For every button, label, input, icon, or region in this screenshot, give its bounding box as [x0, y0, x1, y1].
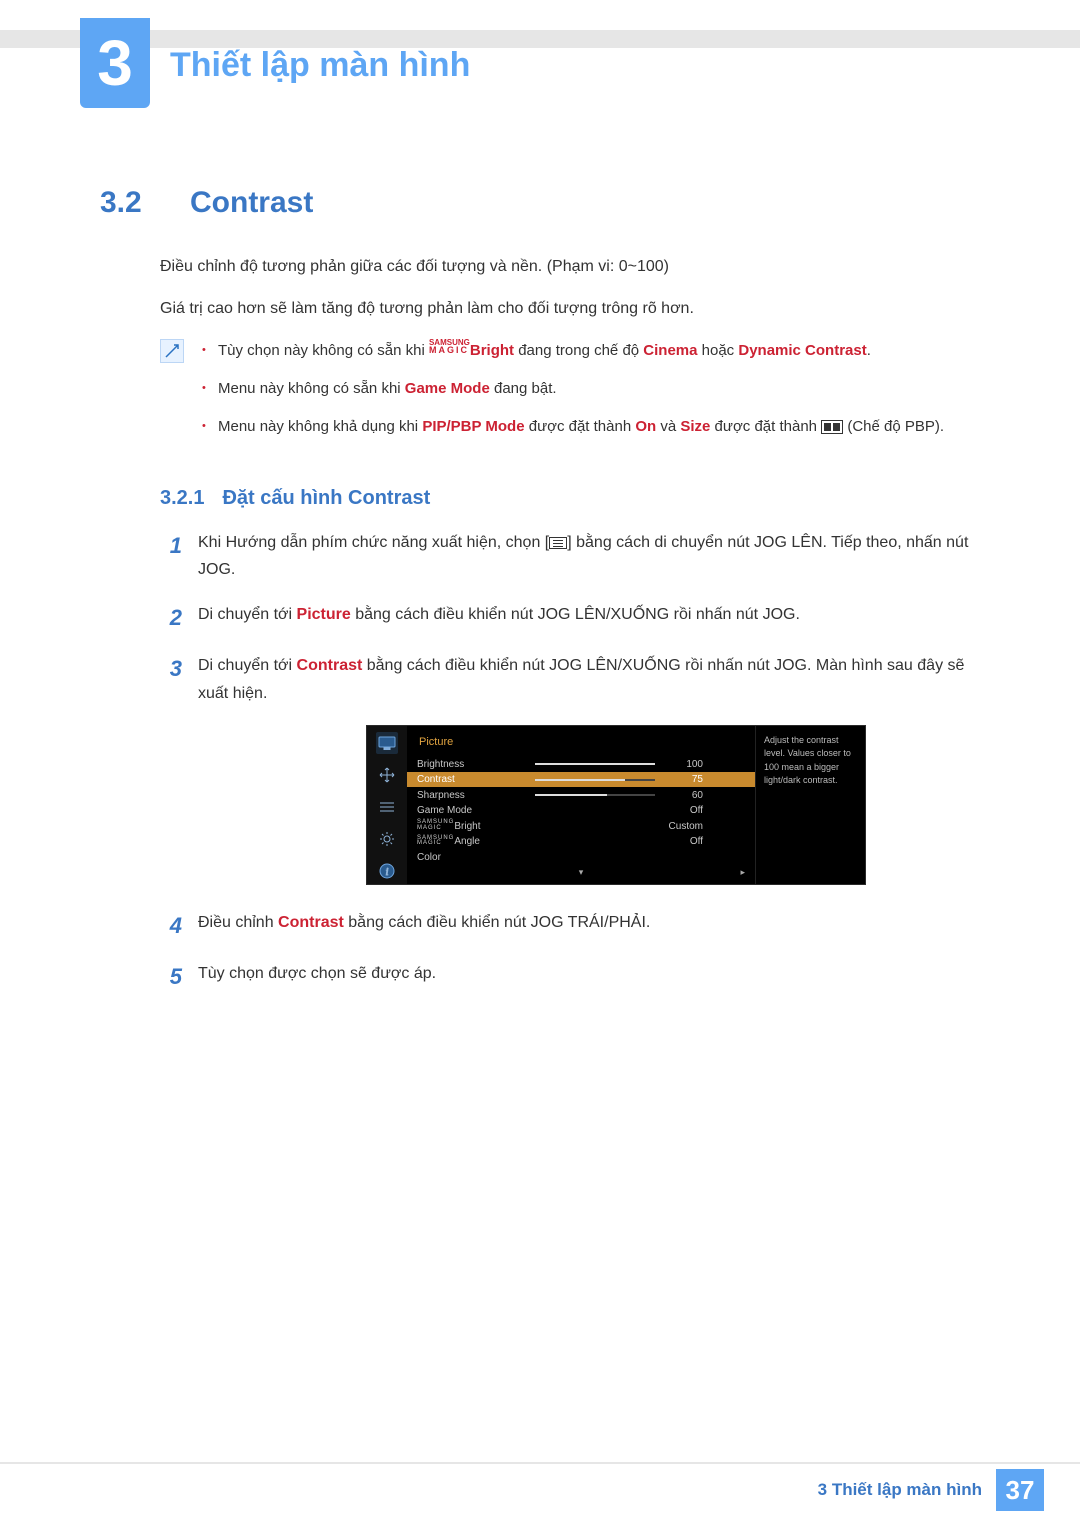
footer-page-number: 37 — [996, 1469, 1044, 1511]
osd-heading: Picture — [419, 734, 745, 751]
footer-chapter: 3 Thiết lập màn hình — [818, 1477, 982, 1503]
osd-help-panel: Adjust the contrast level. Values closer… — [755, 726, 865, 884]
chapter-number-badge: 3 — [80, 18, 150, 108]
note-block: Tùy chọn này không có sẵn khi SAMSUNGMAG… — [160, 339, 990, 453]
note-item-2: Menu này không có sẵn khi Game Mode đang… — [202, 377, 990, 401]
page-content: 3.2 Contrast Điều chỉnh độ tương phản gi… — [100, 180, 990, 1011]
subsection-title: Đặt cấu hình Contrast — [222, 483, 430, 513]
osd-left-icons: i — [367, 726, 407, 884]
osd-icon-info: i — [376, 860, 398, 882]
osd-row-contrast: Contrast 75 — [407, 772, 755, 788]
osd-row-gamemode: Game Mode Off — [417, 803, 745, 819]
step-number: 3 — [160, 652, 182, 706]
osd-row-sharpness: Sharpness 60 — [417, 787, 745, 803]
intro-para-1: Điều chỉnh độ tương phản giữa các đối tư… — [160, 255, 990, 279]
osd-icon-gear — [376, 828, 398, 850]
osd-icon-picture — [376, 732, 398, 754]
note-icon — [160, 339, 184, 363]
step-4: 4 Điều chỉnh Contrast bằng cách điều khi… — [160, 909, 990, 942]
samsung-magic-logo: SAMSUNGMAGIC — [429, 339, 470, 354]
step-3: 3 Di chuyển tới Contrast bằng cách điều … — [160, 652, 990, 706]
top-stripe — [0, 30, 1080, 48]
step-1: 1 Khi Hướng dẫn phím chức năng xuất hiện… — [160, 529, 990, 583]
osd-arrow-down-icon: ▾ — [417, 866, 745, 880]
step-number: 2 — [160, 601, 182, 634]
section-header: 3.2 Contrast — [100, 180, 990, 225]
osd-screenshot: i Picture Brightness 100 Contrast 75 — [366, 725, 990, 885]
page-footer: 3 Thiết lập màn hình 37 — [0, 1473, 1080, 1507]
pbp-mode-icon — [821, 420, 843, 434]
steps-list: 1 Khi Hướng dẫn phím chức năng xuất hiện… — [160, 529, 990, 993]
note-item-1: Tùy chọn này không có sẵn khi SAMSUNGMAG… — [202, 339, 990, 363]
osd-menu: Picture Brightness 100 Contrast 75 Sharp… — [407, 726, 755, 884]
note-item-3: Menu này không khả dụng khi PIP/PBP Mode… — [202, 415, 990, 439]
svg-text:i: i — [386, 867, 389, 878]
step-number: 5 — [160, 960, 182, 993]
subsection-number: 3.2.1 — [160, 483, 204, 513]
osd-row-brightness: Brightness 100 — [417, 756, 745, 772]
subsection-header: 3.2.1 Đặt cấu hình Contrast — [160, 483, 990, 513]
step-number: 1 — [160, 529, 182, 583]
osd-icon-list — [376, 796, 398, 818]
menu-icon — [549, 537, 567, 549]
osd-arrow-right-icon: ▸ — [740, 866, 745, 880]
osd-icon-move — [376, 764, 398, 786]
intro-para-2: Giá trị cao hơn sẽ làm tăng độ tương phả… — [160, 297, 990, 321]
section-title: Contrast — [190, 180, 313, 225]
note-list: Tùy chọn này không có sẵn khi SAMSUNGMAG… — [202, 339, 990, 453]
section-number: 3.2 — [100, 180, 160, 225]
step-number: 4 — [160, 909, 182, 942]
osd-row-magicangle: SAMSUNGMAGICAngle Off — [417, 834, 745, 850]
osd-row-color: Color — [417, 850, 745, 866]
footer-divider — [0, 1462, 1080, 1464]
chapter-title: Thiết lập màn hình — [170, 40, 470, 91]
osd-row-magicbright: SAMSUNGMAGICBright Custom — [417, 819, 745, 835]
step-2: 2 Di chuyển tới Picture bằng cách điều k… — [160, 601, 990, 634]
step-5: 5 Tùy chọn được chọn sẽ được áp. — [160, 960, 990, 993]
